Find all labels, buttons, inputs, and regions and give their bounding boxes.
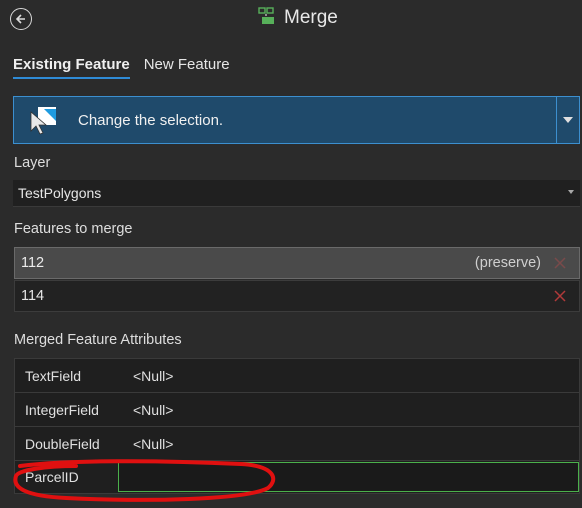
feature-row-112[interactable]: 112 (preserve) — [14, 247, 580, 279]
attribute-value[interactable]: <Null> — [129, 368, 173, 384]
merge-icon — [258, 6, 278, 29]
feature-row-114[interactable]: 114 — [14, 280, 580, 312]
tab-existing-feature[interactable]: Existing Feature — [13, 56, 130, 79]
attribute-name: DoubleField — [25, 435, 100, 452]
attribute-row: IntegerField <Null> — [14, 392, 580, 426]
selection-banner[interactable]: Change the selection. — [13, 96, 580, 144]
chevron-down-icon[interactable] — [556, 97, 579, 143]
attribute-name: ParcelID — [25, 469, 79, 485]
feature-id: 112 — [21, 255, 45, 271]
layer-select[interactable]: TestPolygons — [13, 180, 580, 207]
attribute-name: TextField — [25, 367, 82, 384]
page-title: Merge — [284, 6, 338, 28]
preserve-tag: (preserve) — [474, 255, 541, 271]
remove-icon[interactable] — [553, 289, 567, 303]
attribute-row: DoubleField <Null> — [14, 426, 580, 460]
banner-text: Change the selection. — [78, 111, 224, 129]
attribute-row: TextField <Null> — [14, 358, 580, 392]
parcelid-input[interactable] — [118, 462, 579, 492]
attributes-label: Merged Feature Attributes — [14, 332, 182, 348]
header: Merge — [0, 0, 582, 40]
attribute-value[interactable]: <Null> — [129, 436, 173, 452]
feature-id: 114 — [21, 288, 45, 304]
layer-label: Layer — [14, 155, 51, 171]
tab-new-feature[interactable]: New Feature — [144, 56, 230, 79]
attribute-row: ParcelID — [14, 460, 580, 494]
attribute-name: IntegerField — [25, 401, 99, 418]
caret-down-icon — [568, 190, 574, 194]
attributes-table: TextField <Null> IntegerField <Null> Dou… — [14, 358, 580, 494]
tab-bar: Existing Feature New Feature — [13, 56, 230, 79]
back-arrow-icon[interactable] — [10, 8, 32, 30]
layer-select-value: TestPolygons — [18, 185, 102, 201]
select-arrow-icon — [26, 103, 60, 137]
attribute-value[interactable]: <Null> — [129, 402, 173, 418]
remove-icon[interactable] — [553, 256, 567, 270]
features-label: Features to merge — [14, 221, 133, 237]
title-group: Merge — [258, 6, 338, 29]
